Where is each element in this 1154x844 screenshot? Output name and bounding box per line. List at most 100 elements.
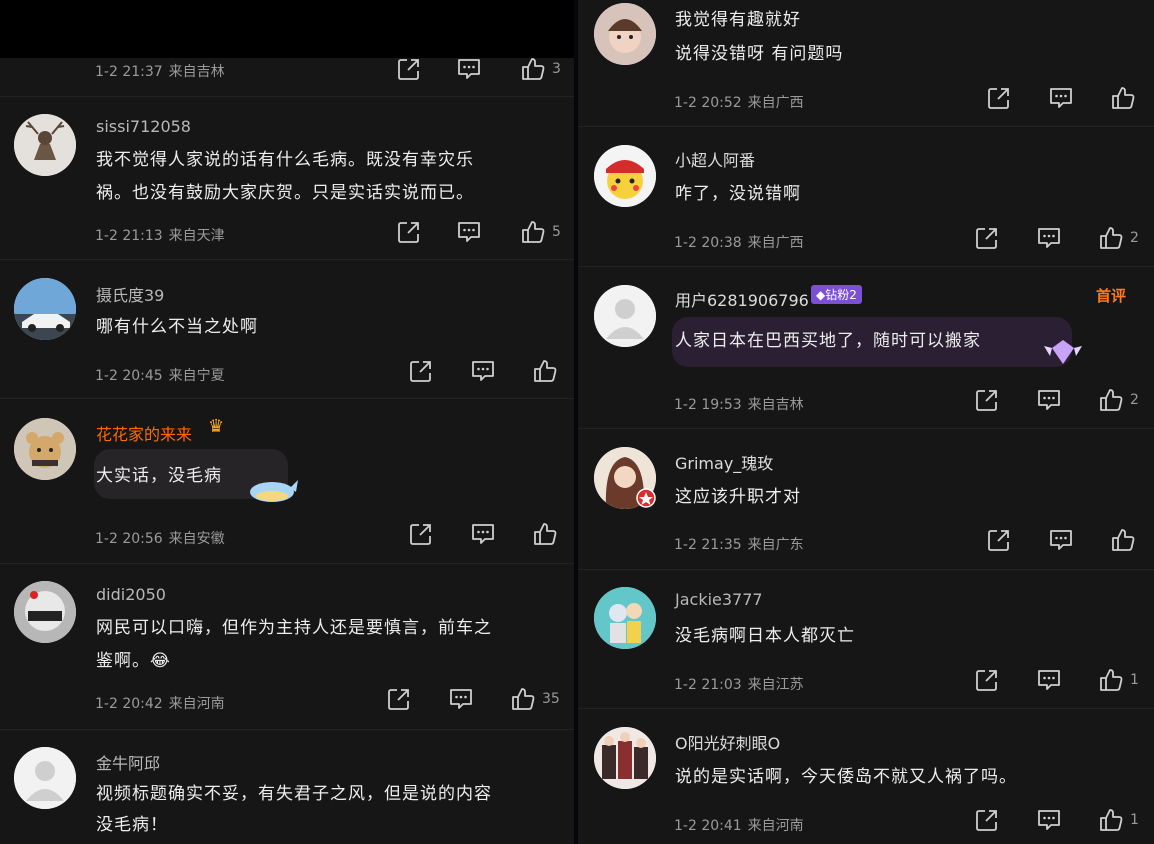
thumbs-up-icon[interactable] xyxy=(520,219,546,245)
comment-actions: 2 xyxy=(974,225,1139,251)
thumbs-up-icon[interactable] xyxy=(520,56,546,82)
first-comment-tag: 首评 xyxy=(1096,287,1127,305)
share-icon[interactable] xyxy=(974,387,1000,413)
comment-location: 来自广东 xyxy=(747,537,804,553)
username[interactable]: O阳光好刺眼O xyxy=(675,730,780,754)
avatar[interactable] xyxy=(594,285,656,347)
username[interactable]: Grimay_瑰玫 xyxy=(675,450,773,474)
reply-icon[interactable] xyxy=(470,521,496,547)
avatar[interactable] xyxy=(14,581,76,643)
reply-icon[interactable] xyxy=(1036,225,1062,251)
share-icon[interactable] xyxy=(408,521,434,547)
share-icon[interactable] xyxy=(974,225,1000,251)
thumbs-up-icon[interactable] xyxy=(532,521,558,547)
reply-icon[interactable] xyxy=(456,219,482,245)
avatar[interactable] xyxy=(14,278,76,340)
thumbs-up-icon[interactable] xyxy=(510,686,536,712)
comment-time: 1-2 20:45 xyxy=(95,368,163,384)
comment-location: 来自广西 xyxy=(747,235,804,251)
username[interactable]: Jackie3777 xyxy=(675,590,763,609)
comment-text-line: 没毛病啊日本人都灭亡 xyxy=(675,626,855,646)
whale-sticker-icon xyxy=(250,480,298,502)
like-count: 3 xyxy=(552,61,561,77)
share-icon[interactable] xyxy=(396,56,422,82)
avatar[interactable] xyxy=(14,747,76,809)
share-icon[interactable] xyxy=(408,358,434,384)
comment-time: 1-2 20:56 xyxy=(95,531,163,547)
username[interactable]: 金牛阿邱 xyxy=(96,750,160,774)
thumbs-up-icon[interactable] xyxy=(1098,225,1124,251)
username[interactable]: sissi712058 xyxy=(96,117,191,136)
comment-text-line: 这应该升职才对 xyxy=(675,487,801,507)
username[interactable]: 用户6281906796 xyxy=(675,287,809,311)
left-comment-panel: 1-2 21:37 来自吉林 3 sissi712058 我不觉得人家说的话有什么… xyxy=(0,0,574,844)
comment-text-line: 没毛病！ xyxy=(96,815,168,835)
username[interactable]: didi2050 xyxy=(96,585,166,604)
comment-actions: 3 xyxy=(396,56,561,82)
avatar[interactable] xyxy=(14,114,76,176)
share-icon[interactable] xyxy=(986,85,1012,111)
fan-level-label: 钻粉2 xyxy=(825,288,857,302)
thumbs-up-icon[interactable] xyxy=(1098,387,1124,413)
comment-actions: 1 xyxy=(974,667,1139,693)
thumbs-up-icon[interactable] xyxy=(1110,85,1136,111)
username[interactable]: 花花家的来来 xyxy=(96,421,192,445)
comment-meta: 1-2 20:38 来自广西 xyxy=(674,232,804,252)
separator xyxy=(0,398,574,399)
comment-meta: 1-2 21:13 来自天津 xyxy=(95,225,225,245)
comment-meta: 1-2 19:53 来自吉林 xyxy=(674,394,804,414)
reply-icon[interactable] xyxy=(470,358,496,384)
comment-actions: 5 xyxy=(396,219,561,245)
comment-meta: 1-2 20:45 来自宁夏 xyxy=(95,365,225,385)
reply-icon[interactable] xyxy=(456,56,482,82)
comment-meta: 1-2 21:35 来自广东 xyxy=(674,534,804,554)
comment-actions: 2 xyxy=(974,387,1139,413)
avatar[interactable] xyxy=(594,3,656,65)
verified-badge-icon xyxy=(636,488,656,508)
reply-icon[interactable] xyxy=(448,686,474,712)
share-icon[interactable] xyxy=(386,686,412,712)
share-icon[interactable] xyxy=(974,807,1000,833)
avatar[interactable] xyxy=(594,145,656,207)
username[interactable]: 摄氏度39 xyxy=(96,282,164,306)
thumbs-up-icon[interactable] xyxy=(1110,527,1136,553)
thumbs-up-icon[interactable] xyxy=(1098,807,1124,833)
comment-actions xyxy=(408,358,564,384)
comment-location: 来自江苏 xyxy=(747,677,804,693)
reply-icon[interactable] xyxy=(1036,667,1062,693)
crown-icon: ♛ xyxy=(208,416,225,437)
comment-text-line: 我觉得有趣就好 xyxy=(675,10,801,30)
comment-actions xyxy=(408,521,564,547)
comment-location: 来自安徽 xyxy=(168,531,225,547)
comment-location: 来自广西 xyxy=(747,95,804,111)
comment-text-line-tail: 鉴啊。 xyxy=(96,651,150,671)
comment-meta: 1-2 20:41 来自河南 xyxy=(674,815,804,835)
comment-location: 来自吉林 xyxy=(747,397,804,413)
reply-icon[interactable] xyxy=(1048,527,1074,553)
comment-time: 1-2 21:35 xyxy=(674,537,742,553)
comment-actions xyxy=(986,85,1142,111)
comment-text-line: 网民可以口嗨，但作为主持人还是要慎言，前车之 xyxy=(96,618,492,638)
comment-location: 来自宁夏 xyxy=(168,368,225,384)
comment-actions: 1 xyxy=(974,807,1139,833)
share-icon[interactable] xyxy=(396,219,422,245)
reply-icon[interactable] xyxy=(1036,807,1062,833)
thumbs-up-icon[interactable] xyxy=(532,358,558,384)
share-icon[interactable] xyxy=(974,667,1000,693)
comment-text-line: 祸。也没有鼓励大家庆贺。只是实话实说而已。 xyxy=(96,183,474,203)
avatar[interactable] xyxy=(594,587,656,649)
reply-icon[interactable] xyxy=(1048,85,1074,111)
separator xyxy=(578,428,1154,429)
comment-time: 1-2 20:41 xyxy=(674,818,742,834)
like-count: 1 xyxy=(1130,812,1139,828)
thumbs-up-icon[interactable] xyxy=(1098,667,1124,693)
avatar[interactable] xyxy=(594,727,656,789)
username[interactable]: 小超人阿番 xyxy=(675,147,755,171)
comment-location: 来自天津 xyxy=(168,228,225,244)
avatar[interactable] xyxy=(14,418,76,480)
reply-icon[interactable] xyxy=(1036,387,1062,413)
right-comment-panel: 我觉得有趣就好 说得没错呀 有问题吗 1-2 20:52 来自广西 小超人阿番 咋… xyxy=(578,0,1154,844)
share-icon[interactable] xyxy=(986,527,1012,553)
comment-location: 来自吉林 xyxy=(168,64,225,80)
comment-actions xyxy=(986,527,1142,553)
